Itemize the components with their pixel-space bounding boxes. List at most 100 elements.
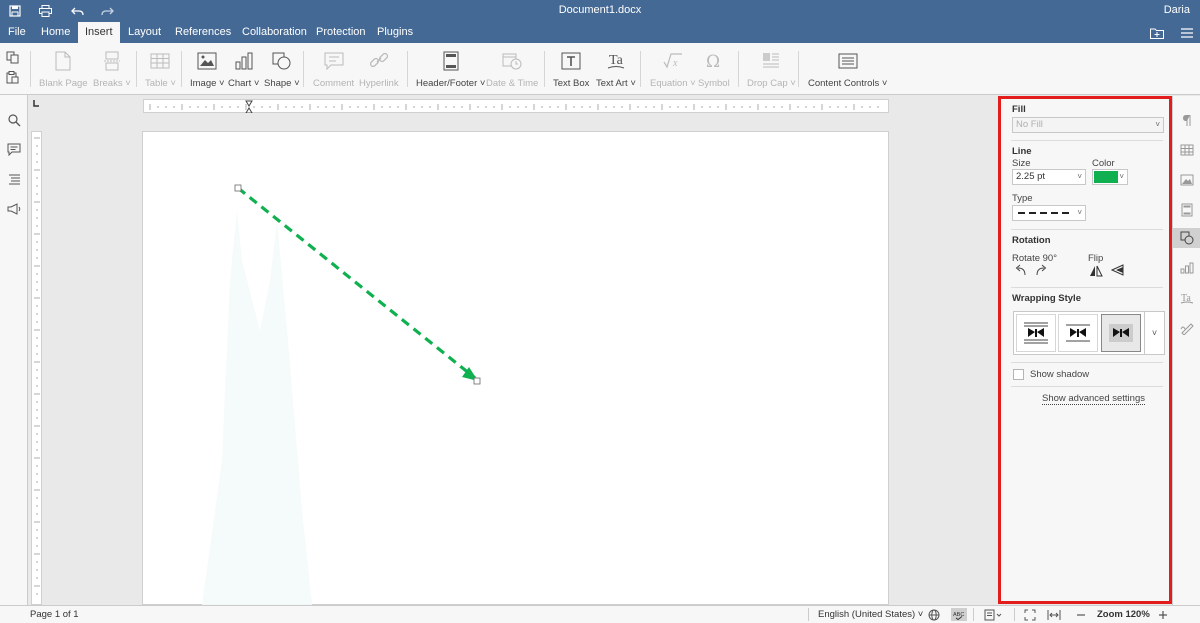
fit-page-icon[interactable] (1023, 608, 1037, 621)
comment-button[interactable]: Comment (313, 49, 354, 91)
hyperlink-button[interactable]: Hyperlink (359, 49, 399, 91)
header-footer-button[interactable]: Header/Footer ˅ (416, 49, 485, 91)
svg-text:x: x (672, 58, 678, 69)
open-location-icon[interactable] (1148, 25, 1166, 41)
vertical-ruler[interactable] (31, 131, 42, 605)
spellcheck-icon[interactable]: ABC (951, 608, 967, 621)
blank-page-button[interactable]: Blank Page (39, 49, 88, 91)
date-time-button[interactable]: Date & Time (486, 49, 538, 91)
header-footer-icon (443, 49, 459, 73)
shape-settings-icon[interactable] (1173, 228, 1200, 248)
header-footer-settings-icon[interactable] (1177, 200, 1197, 220)
shape-icon (272, 49, 292, 73)
comments-icon[interactable] (5, 141, 23, 157)
horizontal-ruler[interactable] (143, 99, 889, 114)
breaks-icon (103, 49, 121, 73)
tab-plugins[interactable]: Plugins (370, 22, 420, 43)
feedback-megaphone-icon[interactable] (5, 201, 23, 217)
svg-text:Ω: Ω (706, 52, 720, 70)
text-box-button[interactable]: Text Box (553, 49, 589, 91)
equation-button[interactable]: x Equation ˅ (650, 49, 696, 91)
wrapping-more-dropdown[interactable]: ˅ (1144, 312, 1164, 354)
tab-layout[interactable]: Layout (121, 22, 168, 43)
page-count[interactable]: Page 1 of 1 (30, 609, 79, 620)
wrap-square-option[interactable] (1058, 314, 1098, 352)
toolbar-separator (738, 51, 739, 87)
show-shadow-label: Show shadow (1030, 369, 1090, 380)
tab-home[interactable]: Home (34, 22, 77, 43)
rotate-clockwise-icon[interactable] (1035, 264, 1049, 278)
chart-settings-icon[interactable] (1177, 258, 1197, 278)
zoom-in-icon[interactable] (1156, 608, 1170, 621)
divider (1011, 287, 1163, 288)
divider (1011, 140, 1163, 141)
user-name[interactable]: Daria (1164, 4, 1190, 16)
show-shadow-checkbox[interactable] (1013, 369, 1024, 380)
navigation-icon[interactable] (5, 171, 23, 187)
content-controls-button[interactable]: Content Controls ˅ (808, 49, 887, 91)
butterfly-wrap-icon (1066, 324, 1090, 342)
fit-width-icon[interactable] (1047, 608, 1061, 621)
line-type-select[interactable]: ˅ (1012, 205, 1086, 221)
rotation-section-title: Rotation (1012, 235, 1051, 246)
table-settings-icon[interactable] (1177, 140, 1197, 160)
table-button[interactable]: Table ˅ (145, 49, 176, 91)
image-button[interactable]: Image ˅ (190, 49, 225, 91)
dashed-line-preview-icon (1018, 212, 1070, 214)
fill-select[interactable]: No Fill ˅ (1012, 117, 1164, 133)
drop-cap-icon (762, 49, 780, 73)
track-changes-icon[interactable] (983, 608, 1003, 621)
toolbar-separator (303, 51, 304, 87)
toolbar-separator (798, 51, 799, 87)
menu-bar: File Home Insert Layout References Colla… (0, 22, 1200, 43)
tab-collaboration[interactable]: Collaboration (235, 22, 314, 43)
text-art-button[interactable]: Ta Text Art ˅ (596, 49, 636, 91)
end-handle[interactable] (473, 377, 481, 385)
tab-references[interactable]: References (168, 22, 238, 43)
globe-icon[interactable] (927, 608, 941, 621)
flip-vertical-icon[interactable] (1110, 264, 1125, 278)
language-selector[interactable]: English (United States) ˅ (818, 609, 923, 620)
flip-horizontal-icon[interactable] (1089, 264, 1103, 278)
zoom-out-icon[interactable] (1074, 608, 1088, 621)
document-title: Document1.docx (558, 4, 642, 16)
breaks-button[interactable]: Breaks ˅ (93, 49, 131, 91)
zoom-level: Zoom 120% (1097, 609, 1150, 620)
indent-marker[interactable] (245, 100, 253, 114)
tab-protection[interactable]: Protection (309, 22, 373, 43)
signature-settings-icon[interactable] (1177, 318, 1197, 338)
status-bar: Page 1 of 1 English (United States) ˅ AB… (0, 605, 1200, 623)
line-size-select[interactable]: 2.25 pt ˅ (1012, 169, 1086, 185)
link-icon (369, 49, 389, 73)
right-settings-strip: Ta (1172, 96, 1200, 605)
table-icon (150, 49, 170, 73)
tab-insert[interactable]: Insert (78, 22, 120, 43)
copy-icon[interactable] (6, 51, 22, 65)
tab-stop-selector[interactable] (29, 97, 43, 111)
shape-button[interactable]: Shape ˅ (264, 49, 300, 91)
text-art-settings-icon[interactable]: Ta (1177, 288, 1197, 308)
show-advanced-settings-link[interactable]: Show advanced settings (1042, 393, 1145, 405)
svg-text:ABC: ABC (953, 612, 964, 618)
drop-cap-button[interactable]: Drop Cap ˅ (747, 49, 796, 91)
search-icon[interactable] (5, 112, 23, 128)
menu-hamburger-icon[interactable] (1178, 25, 1196, 41)
rotate-counterclockwise-icon[interactable] (1013, 264, 1027, 278)
content-controls-icon (838, 49, 858, 73)
wrap-in-front-option[interactable] (1101, 314, 1141, 352)
paste-icon[interactable] (6, 71, 22, 85)
image-settings-icon[interactable] (1177, 170, 1197, 190)
line-color-picker[interactable]: ˅ (1092, 169, 1128, 185)
left-sidebar (0, 95, 28, 605)
paragraph-settings-icon[interactable] (1177, 110, 1197, 130)
tab-file[interactable]: File (1, 22, 33, 43)
divider (1011, 362, 1163, 363)
toolbar-separator (640, 51, 641, 87)
title-bar: Document1.docx Daria (0, 0, 1200, 22)
chart-button[interactable]: Chart ˅ (228, 49, 259, 91)
wrap-inline-option[interactable] (1016, 314, 1056, 352)
toolbar-separator (30, 51, 31, 87)
symbol-button[interactable]: Ω Symbol (698, 49, 730, 91)
toolbar-separator (407, 51, 408, 87)
start-handle[interactable] (234, 184, 242, 192)
